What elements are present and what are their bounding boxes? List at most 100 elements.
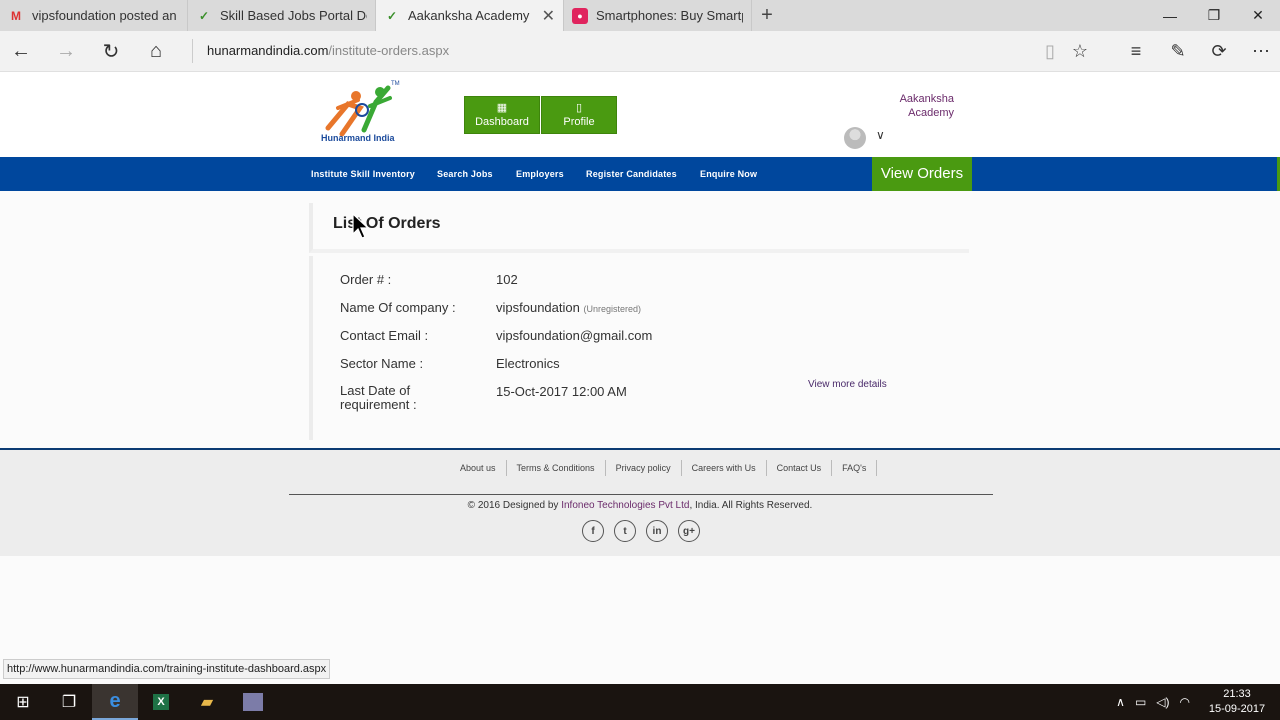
- web-page: TM Hunarmand India ▦ Dashboard ▯ Profile…: [0, 72, 1280, 684]
- back-icon[interactable]: ←: [6, 37, 36, 65]
- system-tray: ∧ ▭ ◁) ◠: [1116, 684, 1190, 720]
- footer-link-contact[interactable]: Contact Us: [767, 460, 833, 476]
- close-icon[interactable]: ✕: [542, 6, 555, 26]
- nav-employers[interactable]: Employers: [516, 157, 564, 191]
- company-name-value: vipsfoundation: [496, 300, 580, 315]
- user-name: Aakanksha Academy: [870, 92, 954, 120]
- order-number-value: 102: [496, 272, 518, 287]
- nav-search-jobs[interactable]: Search Jobs: [437, 157, 493, 191]
- profile-icon: ▯: [575, 102, 583, 114]
- shop-icon: ●: [572, 7, 588, 24]
- logo-tm: TM: [391, 81, 400, 87]
- app-icon[interactable]: [230, 684, 276, 720]
- grid-icon: ▦: [496, 102, 508, 114]
- gmail-icon: M: [11, 8, 21, 23]
- status-bar-url: http://www.hunarmandindia.com/training-i…: [3, 659, 331, 679]
- company-status-note: (Unregistered): [583, 304, 641, 314]
- tab-title: Skill Based Jobs Portal Delhi: [220, 8, 367, 23]
- file-explorer-icon[interactable]: ▰: [184, 684, 230, 720]
- site-icon: ✓: [198, 8, 210, 23]
- footer-link-careers[interactable]: Careers with Us: [682, 460, 767, 476]
- tab-title: vipsfoundation posted an o: [32, 8, 179, 23]
- excel-icon[interactable]: X: [138, 684, 184, 720]
- site-icon: ✓: [386, 8, 398, 23]
- web-note-icon[interactable]: ✎: [1163, 37, 1193, 65]
- edge-icon[interactable]: e: [92, 684, 138, 720]
- main-nav: Institute Skill Inventory Search Jobs Em…: [0, 157, 1280, 191]
- copyright-pre: © 2016 Designed by: [467, 500, 562, 511]
- copyright: © 2016 Designed by Infoneo Technologies …: [0, 500, 1280, 511]
- view-orders-button[interactable]: View Orders: [872, 157, 972, 191]
- new-tab-button[interactable]: +: [752, 0, 782, 31]
- tab-aakanksha-academy[interactable]: ✓ Aakanksha Academy ✕: [376, 0, 564, 31]
- wifi-icon[interactable]: ◠: [1180, 695, 1190, 709]
- avatar[interactable]: [844, 127, 866, 149]
- minimize-icon[interactable]: —: [1148, 0, 1192, 31]
- nav-institute-skill-inventory[interactable]: Institute Skill Inventory: [311, 157, 415, 191]
- google-plus-icon[interactable]: g+: [678, 520, 700, 542]
- battery-icon[interactable]: ▭: [1135, 695, 1146, 709]
- clock-time: 21:33: [1223, 688, 1251, 700]
- order-number-label: Order # :: [340, 272, 392, 287]
- sector-name-label: Sector Name :: [340, 356, 424, 371]
- linkedin-icon[interactable]: in: [646, 520, 668, 542]
- hub-icon[interactable]: ≡: [1121, 37, 1151, 65]
- company-name-label: Name Of company :: [340, 300, 456, 315]
- user-name-line2: Academy: [908, 107, 954, 119]
- order-card: Order # : 102 Name Of company : vipsfoun…: [309, 256, 969, 440]
- orders-title-box: List Of Orders: [309, 203, 969, 253]
- tab-smartphones[interactable]: ● Smartphones: Buy Smartph: [564, 0, 752, 31]
- home-icon[interactable]: ⌂: [141, 37, 171, 65]
- view-more-details-link[interactable]: View more details: [808, 379, 887, 390]
- tab-title: Smartphones: Buy Smartph: [596, 8, 743, 23]
- url-path: /institute-orders.aspx: [328, 43, 450, 58]
- footer-link-terms[interactable]: Terms & Conditions: [507, 460, 606, 476]
- taskbar: ⊞ ❐ e X ▰ ∧ ▭ ◁) ◠ 21:33 15-09-2017: [0, 684, 1280, 720]
- tab-gmail[interactable]: M vipsfoundation posted an o: [0, 0, 188, 31]
- share-icon[interactable]: ⟳: [1204, 37, 1234, 65]
- volume-icon[interactable]: ◁): [1156, 695, 1169, 709]
- tab-skill-jobs[interactable]: ✓ Skill Based Jobs Portal Delhi: [188, 0, 376, 31]
- copyright-post: , India. All Rights Reserved.: [689, 500, 813, 511]
- facebook-icon[interactable]: f: [582, 520, 604, 542]
- profile-button[interactable]: ▯ Profile: [541, 96, 617, 134]
- browser-tab-bar: M vipsfoundation posted an o ✓ Skill Bas…: [0, 0, 1280, 31]
- logo-text: Hunarmand India: [321, 133, 395, 143]
- footer-divider: [289, 494, 993, 495]
- nav-register-candidates[interactable]: Register Candidates: [586, 157, 677, 191]
- url-host: hunarmandindia.com: [207, 43, 329, 58]
- refresh-icon[interactable]: ↻: [96, 37, 126, 65]
- chevron-up-icon[interactable]: ∧: [1116, 695, 1125, 709]
- footer-link-faq[interactable]: FAQ's: [832, 460, 878, 476]
- footer-links: About us Terms & Conditions Privacy poli…: [450, 460, 878, 476]
- sector-name-value: Electronics: [496, 356, 560, 371]
- last-date-label-line1: Last Date of: [340, 383, 411, 398]
- footer-link-privacy[interactable]: Privacy policy: [606, 460, 682, 476]
- profile-label: Profile: [563, 116, 595, 128]
- page-title: List Of Orders: [333, 215, 441, 232]
- company-name-value-wrap: vipsfoundation (Unregistered): [496, 300, 641, 315]
- tab-title: Aakanksha Academy: [408, 8, 530, 23]
- close-window-icon[interactable]: ✕: [1236, 0, 1280, 31]
- address-bar: ← → ↻ ⌂ hunarmandindia.com/institute-ord…: [0, 31, 1280, 72]
- footer-link-about[interactable]: About us: [450, 460, 507, 476]
- favorite-star-icon[interactable]: ☆: [1065, 37, 1095, 65]
- last-date-label-line2: requirement :: [340, 397, 417, 412]
- task-view-icon[interactable]: ❐: [46, 684, 92, 720]
- user-name-line1: Aakanksha: [899, 93, 954, 105]
- forward-icon[interactable]: →: [51, 37, 81, 65]
- chevron-down-icon[interactable]: ∨: [876, 128, 885, 142]
- dashboard-button[interactable]: ▦ Dashboard: [464, 96, 540, 134]
- url-field[interactable]: hunarmandindia.com/institute-orders.aspx: [192, 39, 449, 63]
- mouse-cursor-icon: [352, 213, 370, 239]
- twitter-icon[interactable]: t: [614, 520, 636, 542]
- more-icon[interactable]: ⋯: [1246, 37, 1276, 65]
- copyright-brand-link[interactable]: Infoneo Technologies Pvt Ltd: [561, 500, 689, 511]
- site-footer: About us Terms & Conditions Privacy poli…: [0, 448, 1280, 556]
- dashboard-label: Dashboard: [475, 116, 529, 128]
- nav-enquire-now[interactable]: Enquire Now: [700, 157, 757, 191]
- clock[interactable]: 21:33 15-09-2017: [1202, 687, 1272, 717]
- restore-icon[interactable]: ❐: [1192, 0, 1236, 31]
- windows-start-icon[interactable]: ⊞: [0, 684, 46, 720]
- reading-view-icon[interactable]: ▯: [1035, 37, 1065, 65]
